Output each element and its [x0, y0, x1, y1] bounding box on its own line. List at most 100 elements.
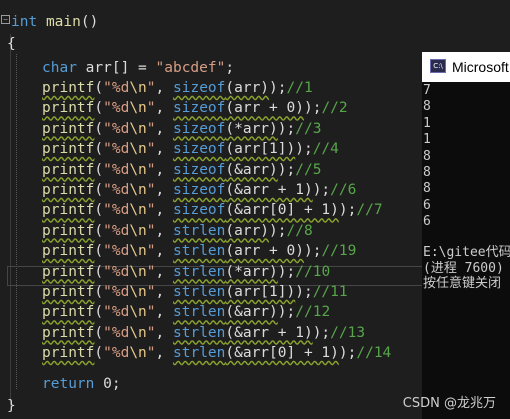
line-comment: //14 [356, 345, 392, 362]
console-output-line: 6 [423, 214, 431, 230]
format-string-end: " [146, 263, 156, 280]
operator-call: strlen [173, 304, 226, 321]
format-string: "%d [103, 324, 130, 341]
code-line-printf[interactable]: printf("%d\n", strlen(&arr));//12 [42, 302, 330, 322]
code-editor[interactable]: − int main() { char arr[] = "abcdef"; pr… [0, 0, 422, 419]
format-string: "%d [103, 304, 130, 321]
printf-call: printf [42, 100, 95, 117]
open-paren: ( [94, 345, 104, 362]
format-string-end: " [146, 324, 156, 341]
comma: , [155, 243, 173, 260]
keyword: int [11, 14, 38, 30]
operator-call: sizeof [173, 100, 226, 117]
close-paren: ); [277, 263, 296, 280]
collapse-icon[interactable]: − [1, 15, 10, 24]
close-paren: ); [303, 100, 322, 117]
escape-sequence: \n [129, 100, 147, 117]
code-line-printf[interactable]: printf("%d\n", sizeof(arr + 0));//2 [42, 98, 348, 118]
call-argument: (&arr) [225, 304, 278, 321]
code-line-printf[interactable]: printf("%d\n", strlen(arr));//8 [42, 221, 313, 241]
semicolon: ; [225, 60, 235, 76]
code-line-return[interactable]: return 0; [42, 374, 121, 394]
open-paren: ( [94, 243, 104, 260]
call-argument: (&arr[0] + 1) [225, 202, 339, 219]
console-prompt: 按任意键关闭 [423, 276, 502, 291]
open-paren: ( [94, 202, 104, 219]
comma: , [155, 80, 173, 96]
call-argument: (arr + 0) [225, 100, 304, 117]
printf-call: printf [42, 141, 95, 158]
format-string: "%d [103, 182, 130, 198]
comma: , [155, 222, 173, 239]
code-line-signature[interactable]: int main() [11, 12, 98, 32]
code-line-printf[interactable]: printf("%d\n", sizeof(&arr));//5 [42, 160, 321, 180]
printf-call: printf [42, 161, 95, 178]
code-line-printf[interactable]: printf("%d\n", strlen(arr + 0));//19 [42, 241, 356, 261]
line-comment: //10 [295, 263, 331, 280]
code-line-decl[interactable]: char arr[] = "abcdef"; [42, 58, 234, 78]
line-comment: //5 [295, 161, 322, 178]
operator-call: sizeof [173, 161, 226, 178]
close-paren: ); [303, 243, 322, 260]
line-comment: //6 [330, 182, 357, 198]
code-line-printf[interactable]: printf("%d\n", strlen(arr[1]));//11 [42, 282, 348, 302]
comma: , [155, 284, 173, 300]
escape-sequence: \n [129, 304, 147, 321]
format-string: "%d [103, 243, 130, 260]
format-string-end: " [146, 182, 156, 198]
printf-call: printf [42, 304, 95, 321]
format-string: "%d [103, 100, 130, 117]
format-string: "%d [103, 141, 130, 158]
comma: , [155, 100, 173, 117]
escape-sequence: \n [129, 182, 147, 198]
line-comment: //19 [321, 243, 357, 260]
console-output-line: 1 [423, 115, 431, 131]
code-line-printf[interactable]: printf("%d\n", strlen(&arr[0] + 1));//14 [42, 343, 391, 363]
printf-call: printf [42, 243, 95, 260]
printf-call: printf [42, 324, 95, 341]
close-brace: } [7, 398, 16, 414]
escape-sequence: \n [129, 161, 147, 178]
operator-call: strlen [173, 263, 226, 280]
call-argument: (arr) [225, 80, 270, 96]
format-string: "%d [103, 120, 130, 137]
format-string-end: " [146, 100, 156, 117]
indent-guide [16, 54, 17, 389]
code-line-printf[interactable]: printf("%d\n", sizeof(*arr));//3 [42, 119, 321, 139]
call-argument: (&arr + 1) [225, 324, 313, 341]
console-output-line: 8 [423, 99, 431, 115]
escape-sequence: \n [129, 345, 147, 362]
close-paren: ); [277, 304, 296, 321]
console-window[interactable]: C:\ Microsoft 781188866 E:\gitee代码 (进程 7… [422, 52, 510, 419]
printf-call: printf [42, 222, 95, 239]
console-title: Microsoft [452, 59, 509, 75]
console-output-line: 8 [423, 148, 431, 164]
code-line-printf[interactable]: printf("%d\n", sizeof(&arr + 1));//6 [42, 180, 356, 200]
comma: , [155, 182, 173, 198]
string-literal: "abcdef" [155, 60, 226, 76]
printf-call: printf [42, 202, 95, 219]
code-line-printf[interactable]: printf("%d\n", strlen(*arr));//10 [42, 262, 330, 282]
code-line-printf[interactable]: printf("%d\n", sizeof(arr));//1 [42, 78, 313, 98]
format-string: "%d [103, 222, 130, 239]
close-paren: ); [312, 182, 331, 198]
format-string-end: " [146, 243, 156, 260]
comma: , [155, 161, 173, 178]
line-comment: //2 [321, 100, 348, 117]
escape-sequence: \n [129, 222, 147, 239]
code-line-printf[interactable]: printf("%d\n", strlen(&arr + 1));//13 [42, 323, 365, 343]
operator-call: sizeof [173, 80, 226, 96]
close-paren: ); [295, 141, 313, 158]
operator-call: sizeof [173, 182, 226, 198]
code-line-printf[interactable]: printf("%d\n", sizeof(arr[1]));//4 [42, 139, 339, 159]
line-comment: //7 [356, 202, 383, 219]
escape-sequence: \n [129, 80, 147, 96]
code-line-printf[interactable]: printf("%d\n", sizeof(&arr[0] + 1));//7 [42, 200, 383, 220]
console-titlebar[interactable]: C:\ Microsoft [422, 52, 510, 82]
format-string: "%d [103, 161, 130, 178]
operator-call: strlen [173, 324, 226, 341]
call-argument: (&arr) [225, 161, 278, 178]
open-paren: ( [94, 120, 104, 137]
open-paren: ( [94, 324, 104, 341]
printf-call: printf [42, 263, 95, 280]
